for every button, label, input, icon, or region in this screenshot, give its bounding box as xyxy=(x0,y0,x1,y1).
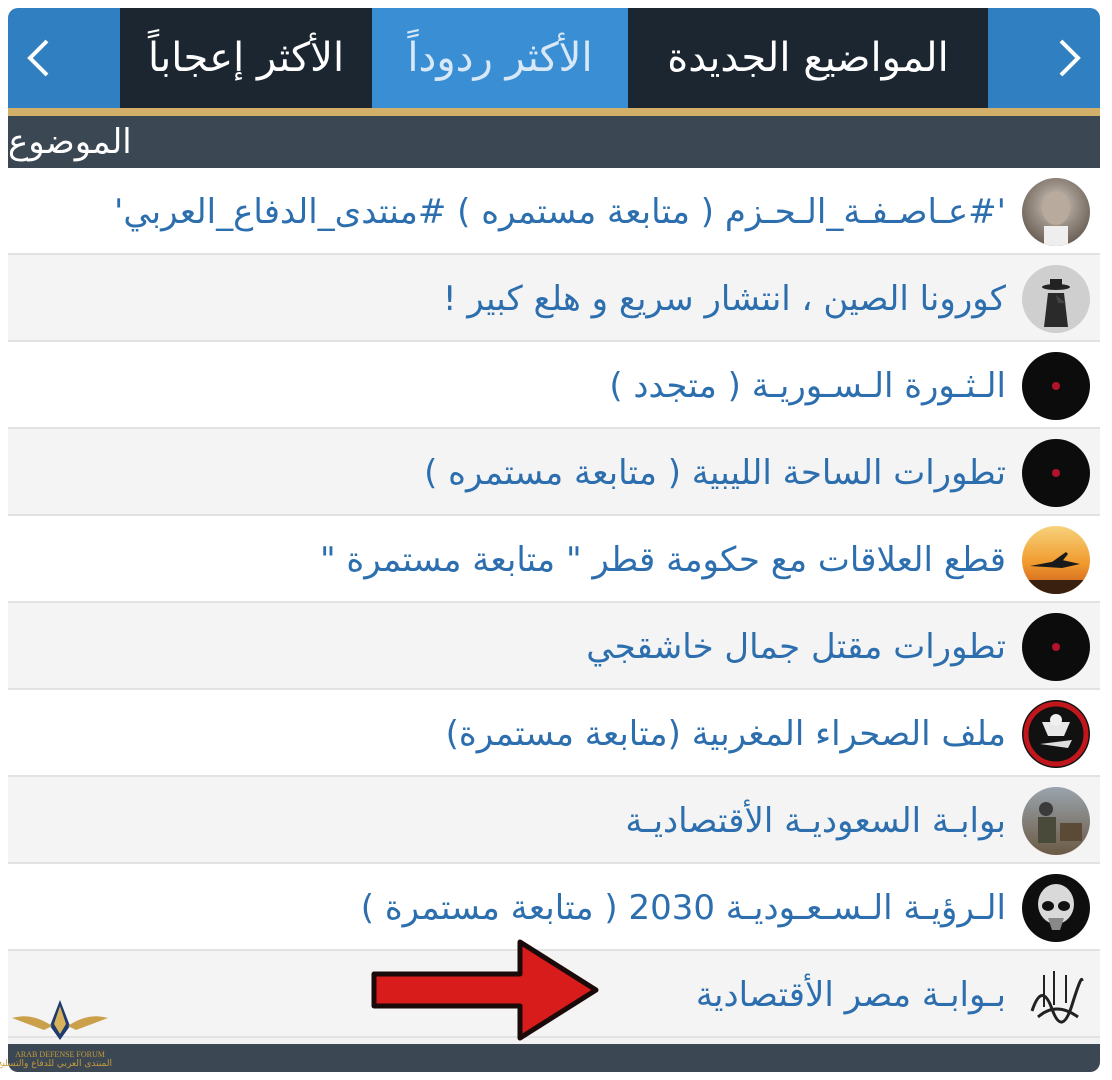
avatar[interactable] xyxy=(1022,613,1090,681)
forum-logo: ARAB DEFENSE FORUM المنتدى العربي للدفاع… xyxy=(0,996,112,1076)
topic-title[interactable]: تطورات الساحة الليبية ( متابعة مستمره ) xyxy=(424,429,1006,516)
topic-title[interactable]: '#عـاصـفـة_الـحـزم ( متابعة مستمره ) #من… xyxy=(114,168,1006,255)
list-item[interactable]: تطورات مقتل جمال خاشقجي xyxy=(8,603,1100,690)
eagle-logo-icon xyxy=(12,1000,108,1040)
list-item[interactable]: الـثـورة الـسـوريـة ( متجدد ) xyxy=(8,342,1100,429)
avatar[interactable] xyxy=(1022,439,1090,507)
avatar[interactable] xyxy=(1022,265,1090,333)
tab-most-liked-label: الأكثر إعجاباً xyxy=(147,35,345,81)
avatar[interactable] xyxy=(1022,352,1090,420)
watermark-title: ARAB DEFENSE FORUM xyxy=(15,1050,105,1059)
tab-bar: الأكثر إعجاباً الأكثر ردوداً المواضيع ال… xyxy=(8,8,1100,116)
topic-list: '#عـاصـفـة_الـحـزم ( متابعة مستمره ) #من… xyxy=(8,168,1100,1038)
avatar[interactable] xyxy=(1022,700,1090,768)
topic-title[interactable]: ملف الصحراء المغربية (متابعة مستمرة) xyxy=(446,690,1006,777)
topic-title[interactable]: كورونا الصين ، انتشار سريع و هلع كبير ! xyxy=(443,255,1006,342)
red-arrow-annotation xyxy=(371,939,599,1041)
avatar[interactable] xyxy=(1022,526,1090,594)
tab-most-liked[interactable]: الأكثر إعجاباً xyxy=(120,8,372,108)
topic-title[interactable]: قطع العلاقات مع حكومة قطر " متابعة مستمر… xyxy=(320,516,1006,603)
watermark-subtitle: المنتدى العربي للدفاع والتسليح xyxy=(0,1059,112,1069)
topic-title[interactable]: بوابـة السعوديـة الأقتصاديـة xyxy=(625,777,1006,864)
list-item[interactable]: تطورات الساحة الليبية ( متابعة مستمره ) xyxy=(8,429,1100,516)
list-item[interactable]: بوابـة السعوديـة الأقتصاديـة xyxy=(8,777,1100,864)
topic-column-label: الموضوع xyxy=(8,122,132,162)
list-item[interactable]: قطع العلاقات مع حكومة قطر " متابعة مستمر… xyxy=(8,516,1100,603)
tab-most-replied[interactable]: الأكثر ردوداً xyxy=(372,8,628,116)
avatar[interactable] xyxy=(1022,787,1090,855)
list-item[interactable]: ملف الصحراء المغربية (متابعة مستمرة) xyxy=(8,690,1100,777)
chevron-left-icon[interactable] xyxy=(8,8,68,108)
footer-bar xyxy=(8,1044,1100,1072)
avatar[interactable] xyxy=(1022,178,1090,246)
chevron-right-icon[interactable] xyxy=(1040,8,1100,108)
column-header: الموضوع xyxy=(8,116,1100,168)
list-item[interactable]: '#عـاصـفـة_الـحـزم ( متابعة مستمره ) #من… xyxy=(8,168,1100,255)
app-frame: الأكثر إعجاباً الأكثر ردوداً المواضيع ال… xyxy=(8,8,1100,1072)
avatar[interactable] xyxy=(1022,961,1090,1029)
list-item[interactable]: كورونا الصين ، انتشار سريع و هلع كبير ! xyxy=(8,255,1100,342)
topic-title[interactable]: تطورات مقتل جمال خاشقجي xyxy=(586,603,1006,690)
tab-new-topics-label: المواضيع الجديدة xyxy=(667,35,949,81)
avatar[interactable] xyxy=(1022,874,1090,942)
topic-title[interactable]: الـثـورة الـسـوريـة ( متجدد ) xyxy=(609,342,1006,429)
tab-new-topics[interactable]: المواضيع الجديدة xyxy=(628,8,988,108)
tab-most-replied-label: الأكثر ردوداً xyxy=(407,35,593,81)
topic-title[interactable]: بـوابـة مصر الأقتصادية xyxy=(696,951,1006,1038)
